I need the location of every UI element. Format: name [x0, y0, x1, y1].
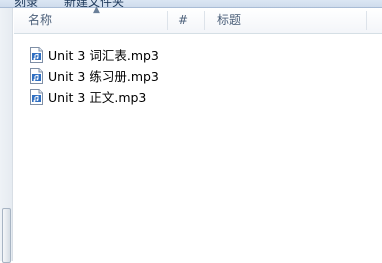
column-header-name-label: 名称: [28, 13, 53, 27]
burn-button[interactable]: 刻录: [14, 0, 38, 7]
column-header-row: ▲ 名称 # 标题: [14, 5, 382, 34]
file-row[interactable]: Unit 3 正文.mp3: [30, 86, 159, 107]
nav-pane-scrollbar[interactable]: [0, 8, 13, 263]
audio-file-icon: [30, 46, 43, 63]
column-header-name[interactable]: 名称: [28, 8, 178, 33]
column-divider[interactable]: [366, 11, 367, 30]
file-row[interactable]: Unit 3 词汇表.mp3: [30, 44, 159, 65]
column-divider[interactable]: [167, 11, 168, 30]
command-bar: 刻录 新建文件夹: [0, 0, 382, 8]
column-header-number-label: #: [178, 13, 189, 27]
audio-file-icon: [30, 88, 43, 105]
file-name: Unit 3 练习册.mp3: [48, 69, 159, 84]
scrollbar-thumb[interactable]: [2, 208, 11, 263]
file-row[interactable]: Unit 3 练习册.mp3: [30, 65, 159, 86]
column-header-title-label: 标题: [217, 13, 242, 27]
file-name: Unit 3 正文.mp3: [48, 90, 147, 105]
file-name: Unit 3 词汇表.mp3: [48, 48, 159, 63]
column-header-title[interactable]: 标题: [217, 8, 367, 33]
file-list: Unit 3 词汇表.mp3 Unit 3 练习册.mp3 Unit 3 正文.…: [30, 44, 159, 107]
column-divider[interactable]: [204, 11, 205, 30]
audio-file-icon: [30, 67, 43, 84]
